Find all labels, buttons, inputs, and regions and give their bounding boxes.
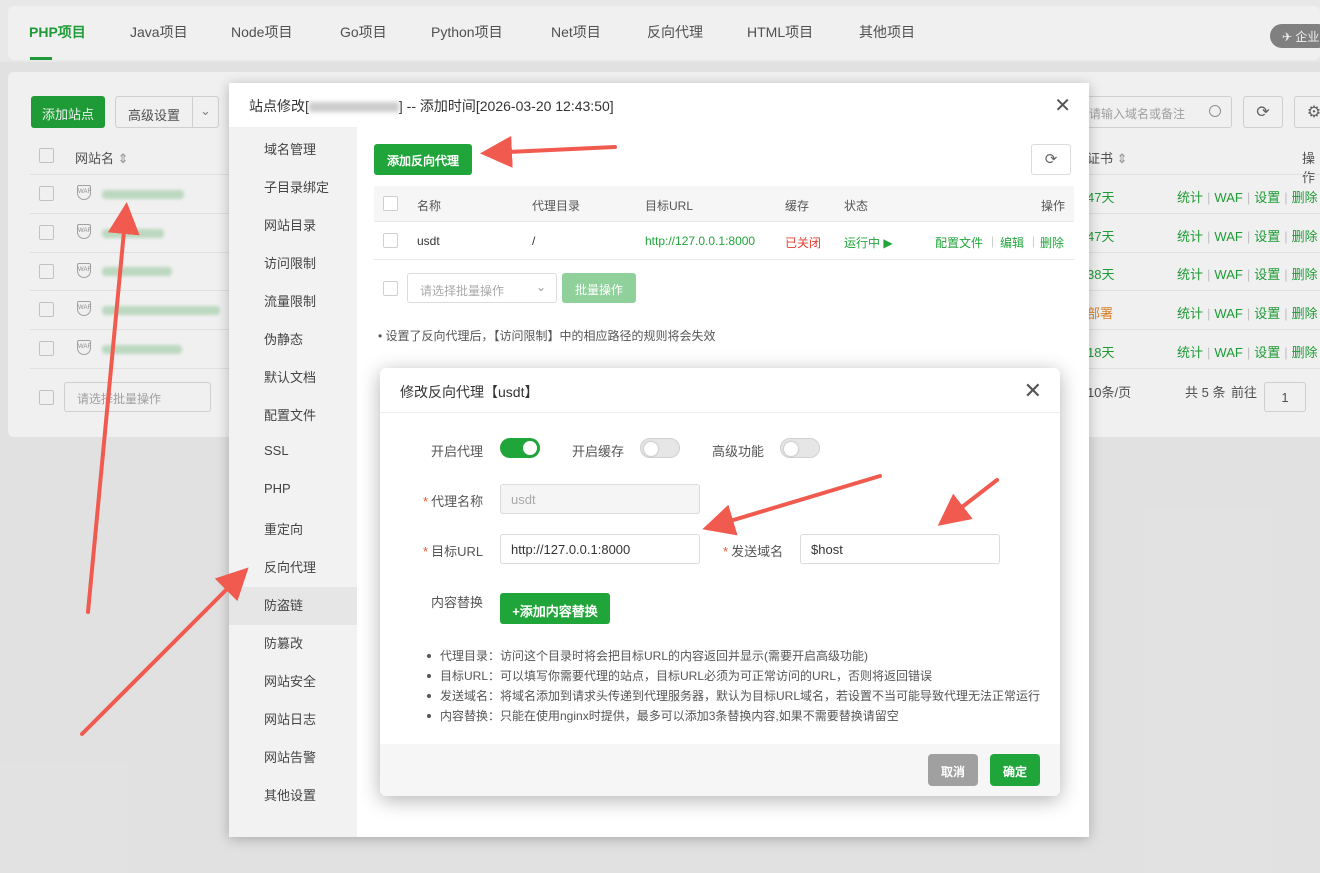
menu-default-doc[interactable]: 默认文档 <box>264 367 316 386</box>
modal-title: 修改反向代理【usdt】 <box>400 384 539 400</box>
add-reverse-proxy-button[interactable]: 添加反向代理 <box>374 144 472 175</box>
window-title: 站点修改[] -- 添加时间[2026-03-20 12:43:50] <box>249 98 614 114</box>
menu-traffic-limit[interactable]: 流量限制 <box>264 291 316 310</box>
enable-proxy-toggle[interactable] <box>500 438 540 458</box>
menu-logs[interactable]: 网站日志 <box>264 709 316 728</box>
settings-sidebar: 域名管理 子目录绑定 网站目录 访问限制 流量限制 伪静态 默认文档 配置文件 … <box>229 127 357 837</box>
col-url: 目标URL <box>645 199 694 213</box>
target-url-input[interactable]: http://127.0.0.1:8000 <box>500 534 700 564</box>
enable-cache-label: 开启缓存 <box>572 444 625 459</box>
divider: | <box>1032 234 1036 248</box>
menu-rewrite[interactable]: 伪静态 <box>264 329 303 348</box>
tip-item: 发送域名：将域名添加到请求头传递到代理服务器，默认为目标URL域名，若设置不当可… <box>425 686 1040 706</box>
advanced-label: 高级功能 <box>712 444 765 459</box>
enable-cache-toggle[interactable] <box>640 438 680 458</box>
chevron-down-icon: ⌄ <box>535 280 546 294</box>
send-domain-label: * 发送域名 <box>723 544 784 559</box>
menu-tamper-proof[interactable]: 防篡改 <box>264 633 303 652</box>
col-dir: 代理目录 <box>532 199 581 213</box>
cancel-button[interactable]: 取消 <box>928 754 978 786</box>
proxy-dir: / <box>532 234 536 248</box>
menu-domain[interactable]: 域名管理 <box>264 139 316 158</box>
menu-security[interactable]: 网站安全 <box>264 671 316 690</box>
menu-ssl[interactable]: SSL <box>264 443 289 458</box>
tip-item: 代理目录：访问这个目录时将会把目标URL的内容返回并显示(需要开启高级功能) <box>425 646 1040 666</box>
divider <box>380 412 1060 413</box>
edit-link[interactable]: 编辑 <box>1000 234 1024 251</box>
col-name: 名称 <box>417 199 442 213</box>
cache-status[interactable]: 已关闭 <box>785 234 821 251</box>
run-status[interactable]: 运行中 ▶ <box>844 234 893 251</box>
menu-other[interactable]: 其他设置 <box>264 785 316 804</box>
menu-subdir[interactable]: 子目录绑定 <box>264 177 329 196</box>
content-replace-label: 内容替换 <box>431 595 484 610</box>
proxy-name: usdt <box>417 234 440 248</box>
menu-reverse-proxy[interactable]: 反向代理 <box>264 557 316 576</box>
close-icon[interactable]: ✕ <box>1054 93 1071 118</box>
menu-config-file[interactable]: 配置文件 <box>264 405 316 424</box>
tip-item: 目标URL：可以填写你需要代理的站点，目标URL必须为可正常访问的URL，否则将… <box>425 666 1040 686</box>
config-file-link[interactable]: 配置文件 <box>935 234 983 251</box>
menu-redirect[interactable]: 重定向 <box>264 519 303 538</box>
divider: | <box>991 234 995 248</box>
enable-proxy-label: 开启代理 <box>431 444 484 459</box>
delete-link[interactable]: 删除 <box>1040 234 1064 251</box>
menu-alerts[interactable]: 网站告警 <box>264 747 316 766</box>
help-tips: 代理目录：访问这个目录时将会把目标URL的内容返回并显示(需要开启高级功能) 目… <box>425 646 1040 726</box>
edit-proxy-modal: 修改反向代理【usdt】 ✕ 开启代理 开启缓存 高级功能 * 代理名称 usdt… <box>380 368 1060 796</box>
target-url-label: * 目标URL <box>423 544 484 559</box>
proxy-url: http://127.0.0.1:8000 <box>645 234 756 248</box>
batch-checkbox[interactable] <box>383 281 398 296</box>
proxy-note: • 设置了反向代理后，【访问限制】中的相应路径的规则将会失效 <box>378 329 716 343</box>
batch-select[interactable]: 请选择批量操作 ⌄ <box>407 273 557 303</box>
table-row: usdt / http://127.0.0.1:8000 已关闭 运行中 ▶ 配… <box>374 222 1074 260</box>
col-status: 状态 <box>844 199 869 213</box>
row-checkbox[interactable] <box>383 233 398 248</box>
modal-footer: 取消 确定 <box>380 744 1060 796</box>
add-content-replace-button[interactable]: +添加内容替换 <box>500 593 610 624</box>
proxy-name-label: * 代理名称 <box>423 494 484 509</box>
select-all-checkbox[interactable] <box>383 196 398 211</box>
proxy-name-input[interactable]: usdt <box>500 484 700 514</box>
site-name-blurred <box>308 102 399 113</box>
confirm-button[interactable]: 确定 <box>990 754 1040 786</box>
batch-operate-button[interactable]: 批量操作 <box>562 273 636 303</box>
refresh-icon: ⟳ <box>1044 151 1058 168</box>
menu-hotlink[interactable]: 防盗链 <box>264 595 303 614</box>
proxy-table-header: 名称 代理目录 目标URL 缓存 状态 操作 <box>374 186 1074 222</box>
menu-access-limit[interactable]: 访问限制 <box>264 253 316 272</box>
col-cache: 缓存 <box>785 199 810 213</box>
close-icon[interactable]: ✕ <box>1024 378 1042 404</box>
tip-item: 内容替换：只能在使用nginx时提供，最多可以添加3条替换内容,如果不需要替换请… <box>425 706 1040 726</box>
send-domain-input[interactable]: $host <box>800 534 1000 564</box>
advanced-toggle[interactable] <box>780 438 820 458</box>
menu-site-dir[interactable]: 网站目录 <box>264 215 316 234</box>
menu-php[interactable]: PHP <box>264 481 291 496</box>
col-ops: 操作 <box>1041 199 1066 213</box>
refresh-proxy-button[interactable]: ⟳ <box>1031 144 1071 175</box>
